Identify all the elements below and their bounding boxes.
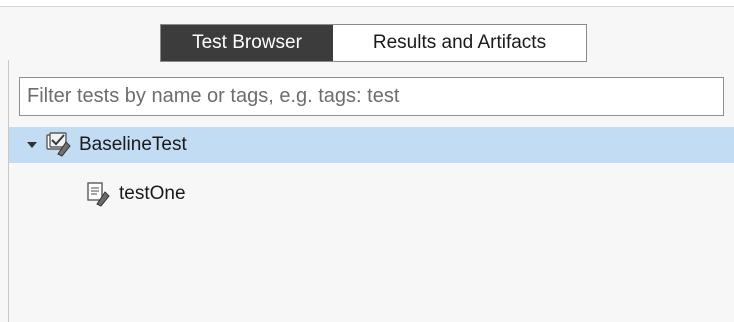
- test-browser-panel: Test Browser Results and Artifacts Basel…: [0, 0, 734, 322]
- test-class-icon: [43, 131, 73, 159]
- tree-item-label: BaselineTest: [79, 134, 187, 155]
- expand-caret-icon[interactable]: [25, 138, 39, 152]
- tab-bar: Test Browser Results and Artifacts: [160, 24, 587, 62]
- tree-row-testone[interactable]: testOne: [9, 176, 734, 212]
- filter-tests-input[interactable]: [19, 77, 724, 116]
- top-divider: [0, 0, 734, 7]
- tab-results-and-artifacts[interactable]: Results and Artifacts: [333, 25, 586, 61]
- test-method-icon: [83, 180, 113, 208]
- tab-test-browser[interactable]: Test Browser: [161, 25, 333, 61]
- tree-item-label: testOne: [119, 183, 186, 204]
- tree-row-baselinetest[interactable]: BaselineTest: [9, 127, 734, 163]
- test-browser-content: BaselineTest testOne: [9, 66, 734, 322]
